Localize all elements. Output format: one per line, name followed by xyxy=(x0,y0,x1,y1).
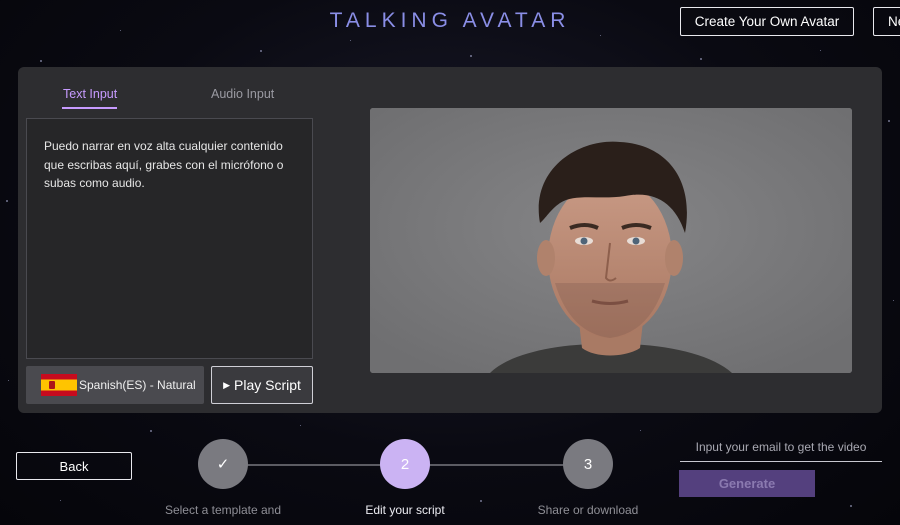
play-script-label: Play Script xyxy=(234,377,301,393)
email-input[interactable]: Input your email to get the video xyxy=(680,440,882,462)
step-1-circle: ✓ xyxy=(198,439,248,489)
step-3-label: Share or download xyxy=(537,503,639,517)
step-3-circle: 3 xyxy=(563,439,613,489)
check-icon: ✓ xyxy=(216,456,230,473)
tab-audio-input[interactable]: Audio Input xyxy=(211,87,274,101)
avatar-portrait-image xyxy=(370,108,852,373)
play-script-button[interactable]: ▶ Play Script xyxy=(211,366,313,404)
active-tab-indicator xyxy=(62,107,117,109)
voice-label: Spanish(ES) - Natural xyxy=(79,378,196,392)
generate-button[interactable]: Generate xyxy=(679,470,815,497)
step-1-label: Select a template and xyxy=(164,503,282,517)
step-2-circle: 2 xyxy=(380,439,430,489)
script-textarea[interactable]: Puedo narrar en voz alta cualquier conte… xyxy=(26,118,313,359)
step-2-label: Edit your script xyxy=(365,503,445,517)
next-button[interactable]: Ne xyxy=(873,7,900,36)
top-bar: TALKING AVATAR Create Your Own Avatar Ne xyxy=(0,0,900,46)
step-3-number: 3 xyxy=(583,455,593,473)
back-button[interactable]: Back xyxy=(16,452,132,480)
step-2-number: 2 xyxy=(400,455,410,473)
avatar-preview xyxy=(370,108,852,373)
spain-flag-icon xyxy=(41,374,77,396)
voice-select-button[interactable]: Spanish(ES) - Natural xyxy=(26,366,204,404)
play-icon: ▶ xyxy=(223,379,230,390)
tab-text-input[interactable]: Text Input xyxy=(63,87,117,101)
create-avatar-button[interactable]: Create Your Own Avatar xyxy=(680,7,854,36)
editor-panel: Text Input Audio Input Puedo narrar en v… xyxy=(18,67,882,413)
